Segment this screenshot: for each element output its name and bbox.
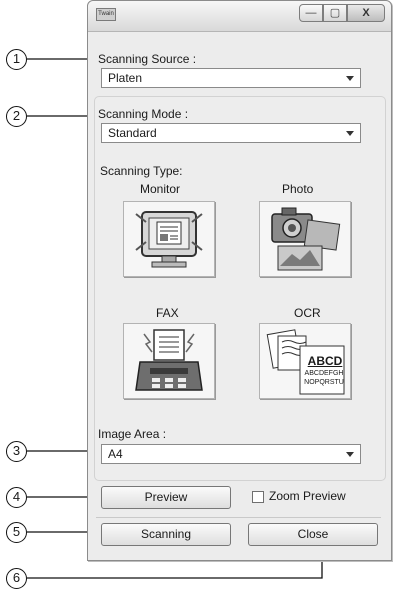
- preview-button[interactable]: Preview: [101, 486, 231, 509]
- zoom-preview-label: Zoom Preview: [269, 489, 346, 503]
- callout-5: 5: [6, 522, 27, 543]
- scanning-source-select[interactable]: Platen: [101, 68, 361, 88]
- title-bar[interactable]: Twain — ▢ X: [88, 1, 391, 32]
- image-area-select[interactable]: A4: [101, 444, 361, 464]
- callout-6: 6: [6, 568, 27, 589]
- ocr-type-button[interactable]: ABCD ABCDEFGH NOPQRSTU: [259, 323, 351, 399]
- scanning-mode-select[interactable]: Standard: [101, 123, 361, 143]
- image-area-value: A4: [108, 447, 123, 461]
- monitor-icon: [135, 211, 203, 268]
- ocr-sample-heading: ABCD: [307, 354, 343, 368]
- fax-label: FAX: [156, 306, 179, 320]
- zoom-preview-checkbox[interactable]: [252, 491, 264, 503]
- callout-4: 4: [6, 487, 27, 508]
- scanning-mode-label: Scanning Mode :: [98, 107, 189, 121]
- ocr-sample-line-1: ABCDEFGH: [304, 370, 344, 377]
- photo-icon: [271, 207, 341, 271]
- chevron-down-icon: [346, 76, 354, 81]
- settings-panel: [94, 96, 386, 481]
- callout-2: 2: [6, 106, 27, 127]
- app-icon: Twain: [96, 8, 116, 21]
- ocr-label: OCR: [294, 306, 321, 320]
- scanning-type-label: Scanning Type:: [100, 164, 183, 178]
- scanning-button[interactable]: Scanning: [101, 523, 231, 546]
- fax-icon: [135, 329, 203, 391]
- chevron-down-icon: [346, 131, 354, 136]
- callout-1: 1: [6, 49, 27, 70]
- callout-3: 3: [6, 441, 27, 462]
- close-button[interactable]: Close: [248, 523, 378, 546]
- photo-label: Photo: [282, 182, 314, 196]
- ocr-sample-line-2: NOPQRSTU: [304, 379, 344, 386]
- close-window-button[interactable]: X: [347, 4, 385, 22]
- photo-type-button[interactable]: [259, 201, 351, 277]
- separator: [96, 517, 381, 518]
- scanning-mode-value: Standard: [108, 126, 157, 140]
- scanning-source-label: Scanning Source :: [98, 52, 197, 66]
- fax-type-button[interactable]: [123, 323, 215, 399]
- window-controls: — ▢ X: [299, 4, 385, 22]
- scanner-dialog: Twain — ▢ X Scanning Source : Platen Sca…: [87, 0, 392, 561]
- chevron-down-icon: [346, 452, 354, 457]
- image-area-label: Image Area :: [98, 427, 167, 441]
- monitor-type-button[interactable]: [123, 201, 215, 277]
- maximize-button[interactable]: ▢: [323, 4, 347, 22]
- minimize-button[interactable]: —: [299, 4, 323, 22]
- scanning-source-value: Platen: [108, 71, 143, 85]
- monitor-label: Monitor: [140, 182, 181, 196]
